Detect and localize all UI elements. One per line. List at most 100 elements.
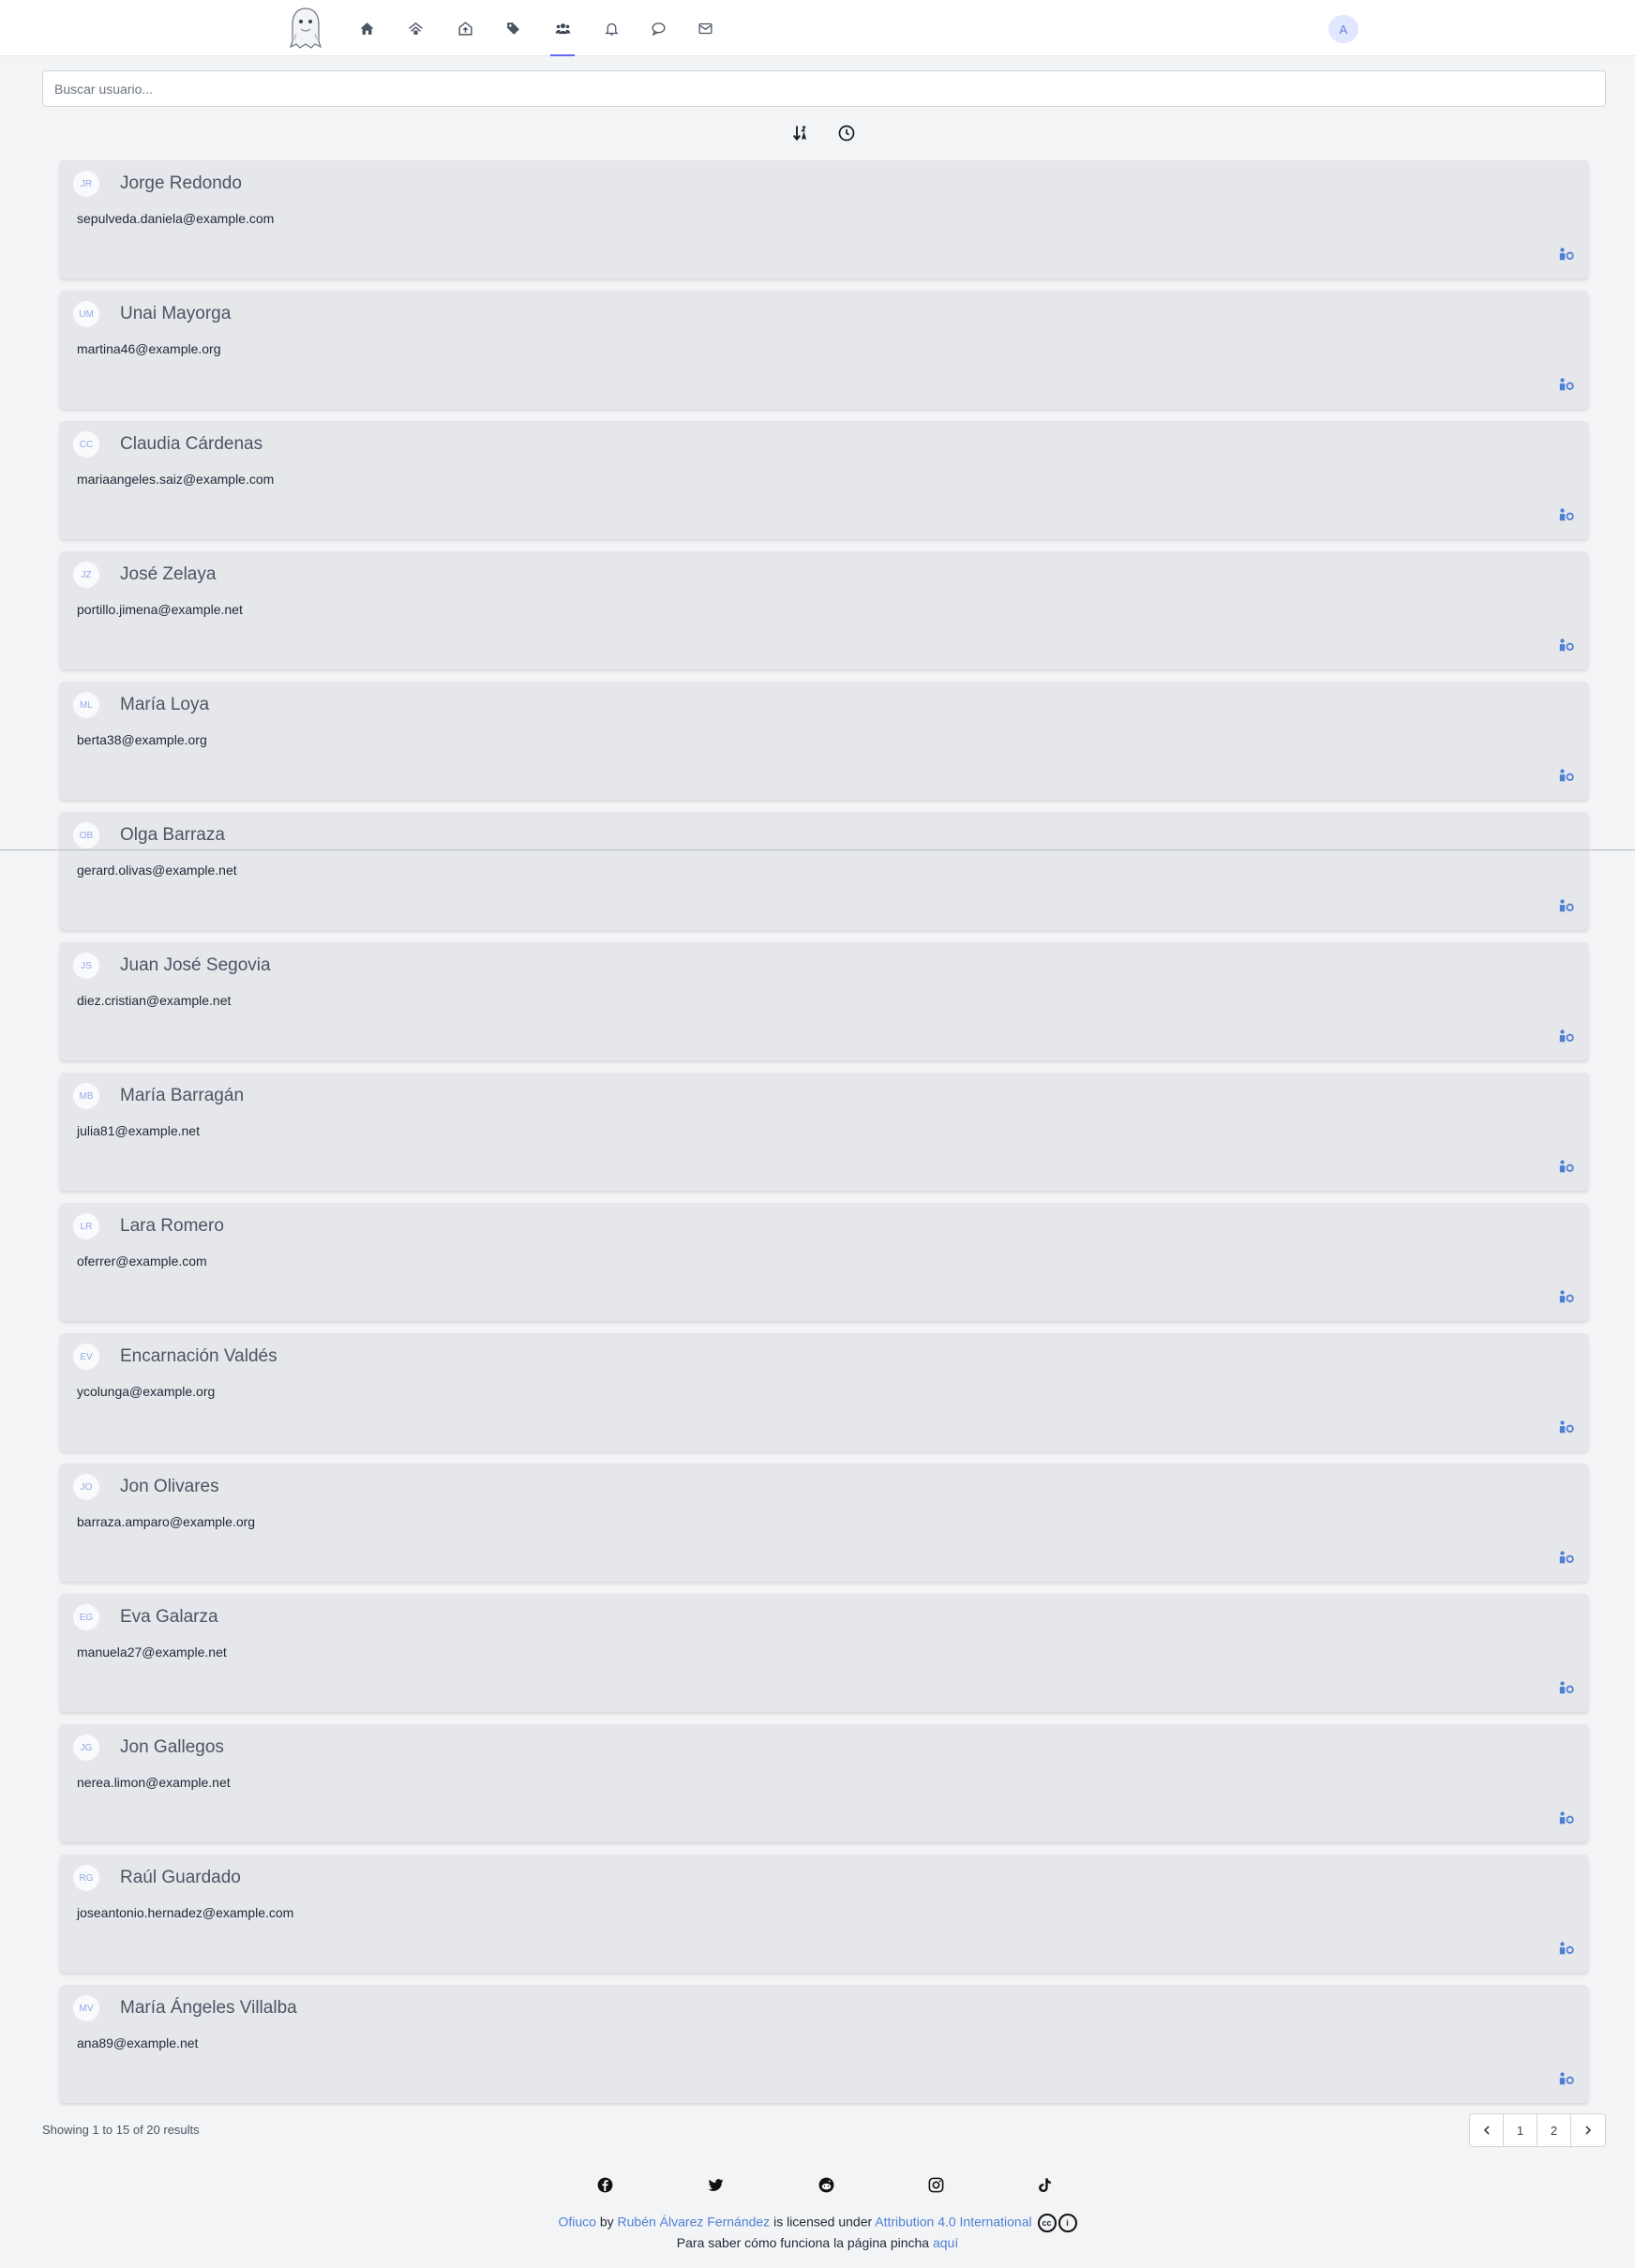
user-name[interactable]: Raúl Guardado	[120, 1868, 241, 1888]
reddit-link[interactable]	[815, 2173, 837, 2196]
user-avatar-initials: RG	[73, 1865, 99, 1891]
nav-upload[interactable]	[449, 13, 481, 43]
follow-button[interactable]	[1556, 1287, 1577, 1306]
user-email: martina46@example.org	[77, 341, 221, 356]
next-page-button[interactable]	[1571, 2114, 1605, 2146]
sort-alpha-button[interactable]	[788, 120, 815, 146]
nav-chat[interactable]	[642, 13, 674, 43]
follow-button[interactable]	[1556, 1548, 1577, 1567]
user-name[interactable]: María Barragán	[120, 1086, 244, 1106]
license-link[interactable]: Attribution 4.0 International	[875, 2215, 1031, 2230]
user-name[interactable]: Eva Galarza	[120, 1607, 218, 1628]
user-name[interactable]: María Ángeles Villalba	[120, 1998, 297, 2019]
nav-notifications[interactable]	[595, 13, 627, 43]
user-name[interactable]: Olga Barraza	[120, 825, 225, 846]
follow-button[interactable]	[1556, 375, 1577, 394]
follow-user-icon	[1559, 1160, 1574, 1173]
nav-users[interactable]	[547, 13, 578, 56]
user-card[interactable]: JR Jorge Redondo sepulveda.daniela@example…	[60, 160, 1588, 278]
follow-user-icon	[1559, 378, 1574, 391]
user-email: ycolunga@example.org	[77, 1384, 216, 1399]
cc-icon: cc	[1037, 2214, 1057, 2232]
brand-link[interactable]: Ofiuco	[558, 2215, 595, 2230]
user-card[interactable]: ML María Loya berta38@example.org	[60, 682, 1588, 800]
follow-button[interactable]	[1556, 1809, 1577, 1827]
user-name[interactable]: Unai Mayorga	[120, 304, 231, 324]
user-name[interactable]: José Zelaya	[120, 564, 216, 585]
chat-icon	[651, 22, 666, 36]
tiktok-link[interactable]	[1033, 2173, 1056, 2196]
follow-user-icon	[1559, 769, 1574, 782]
follow-button[interactable]	[1556, 1027, 1577, 1045]
sort-time-button[interactable]	[833, 120, 860, 146]
chevron-right-icon	[1585, 2125, 1592, 2135]
user-avatar-initials: UM	[73, 301, 99, 327]
user-name[interactable]: Lara Romero	[120, 1216, 224, 1237]
twitter-link[interactable]	[704, 2173, 727, 2196]
tags-icon	[506, 22, 519, 35]
user-name[interactable]: Encarnación Valdés	[120, 1346, 278, 1367]
user-email: sepulveda.daniela@example.com	[77, 211, 275, 226]
clock-icon	[838, 125, 855, 142]
user-avatar-initials: MB	[73, 1083, 99, 1109]
follow-button[interactable]	[1556, 2069, 1577, 2088]
license-line: Ofiuco by Rubén Álvarez Fernández is lic…	[0, 2214, 1635, 2232]
follow-user-icon	[1559, 2072, 1574, 2085]
user-card[interactable]: JS Juan José Segovia diez.cristian@example…	[60, 942, 1588, 1060]
user-card[interactable]: LR Lara Romero oferrer@example.com	[60, 1203, 1588, 1321]
user-avatar-initials: OB	[73, 822, 99, 849]
user-card[interactable]: UM Unai Mayorga martina46@example.org	[60, 291, 1588, 409]
follow-user-icon	[1559, 1420, 1574, 1434]
top-navbar: A	[0, 0, 1635, 56]
author-link[interactable]: Rubén Álvarez Fernández	[618, 2215, 771, 2230]
sort-alpha-icon	[792, 126, 806, 142]
pagination: 1 2	[1469, 2113, 1606, 2147]
follow-button[interactable]	[1556, 766, 1577, 785]
user-card[interactable]: MV María Ángeles Villalba ana89@example.ne…	[60, 1985, 1588, 2103]
follow-button[interactable]	[1556, 1678, 1577, 1697]
nav-tags[interactable]	[497, 13, 529, 43]
user-name[interactable]: Juan José Segovia	[120, 955, 271, 976]
user-email: diez.cristian@example.net	[77, 993, 232, 1008]
user-avatar-initials: MV	[73, 1995, 99, 2021]
user-card[interactable]: JG Jon Gallegos nerea.limon@example.net	[60, 1724, 1588, 1842]
help-text: Para saber cómo funciona la página pinch…	[676, 2235, 930, 2250]
follow-button[interactable]	[1556, 896, 1577, 915]
follow-button[interactable]	[1556, 1939, 1577, 1958]
user-card[interactable]: RG Raúl Guardado joseantonio.hernadez@exam…	[60, 1855, 1588, 1973]
nav-mail[interactable]	[689, 13, 721, 43]
user-card[interactable]: EV Encarnación Valdés ycolunga@example.org	[60, 1333, 1588, 1451]
user-card[interactable]: JO Jon Olivares barraza.amparo@example.org	[60, 1464, 1588, 1582]
user-name[interactable]: Jorge Redondo	[120, 173, 242, 194]
ghost-logo[interactable]	[285, 6, 326, 51]
user-email: ana89@example.net	[77, 2035, 199, 2050]
facebook-link[interactable]	[593, 2173, 616, 2196]
nav-home[interactable]	[351, 13, 382, 43]
help-link[interactable]: aquí	[933, 2235, 958, 2250]
user-card[interactable]: EG Eva Galarza manuela27@example.net	[60, 1594, 1588, 1712]
chevron-left-icon	[1483, 2125, 1490, 2135]
user-avatar[interactable]: A	[1328, 15, 1358, 43]
user-card[interactable]: JZ José Zelaya portillo.jimena@example.net	[60, 551, 1588, 669]
follow-button[interactable]	[1556, 245, 1577, 263]
prev-page-button[interactable]	[1470, 2114, 1504, 2146]
follow-button[interactable]	[1556, 1157, 1577, 1176]
user-card[interactable]: OB Olga Barraza gerard.olivas@example.net	[60, 812, 1588, 930]
user-name[interactable]: María Loya	[120, 695, 209, 715]
user-email: mariaangeles.saiz@example.com	[77, 472, 275, 487]
page-2-button[interactable]: 2	[1538, 2114, 1571, 2146]
follow-button[interactable]	[1556, 1418, 1577, 1436]
user-name[interactable]: Claudia Cárdenas	[120, 434, 262, 455]
user-card[interactable]: CC Claudia Cárdenas mariaangeles.saiz@exam…	[60, 421, 1588, 539]
instagram-link[interactable]	[924, 2173, 947, 2196]
user-name[interactable]: Jon Olivares	[120, 1477, 219, 1497]
follow-button[interactable]	[1556, 505, 1577, 524]
user-name[interactable]: Jon Gallegos	[120, 1737, 224, 1758]
user-avatar-initials: ML	[73, 692, 99, 718]
nav-community[interactable]	[399, 13, 431, 43]
follow-user-icon	[1559, 638, 1574, 652]
user-card[interactable]: MB María Barragán julia81@example.net	[60, 1073, 1588, 1191]
search-input[interactable]	[42, 70, 1606, 107]
follow-button[interactable]	[1556, 636, 1577, 654]
page-1-button[interactable]: 1	[1504, 2114, 1538, 2146]
